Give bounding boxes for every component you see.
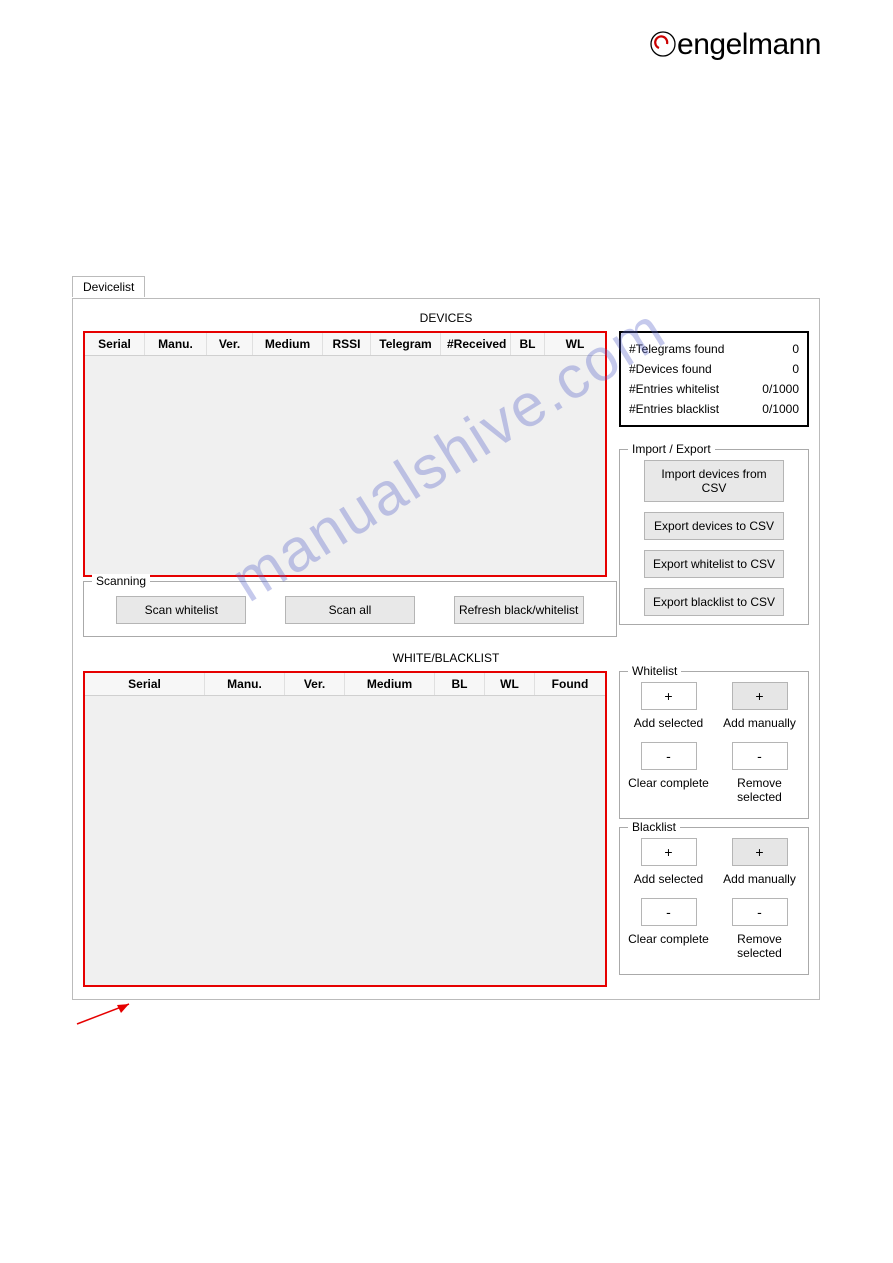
scan-all-button[interactable]: Scan all	[285, 596, 415, 624]
stat-devices-label: #Devices found	[629, 362, 712, 376]
col-serial[interactable]: Serial	[85, 333, 145, 355]
devices-heading: DEVICES	[83, 311, 809, 325]
import-export-legend: Import / Export	[628, 442, 715, 456]
wb-col-serial[interactable]: Serial	[85, 673, 205, 695]
stats-panel: #Telegrams found 0 #Devices found 0 #Ent…	[619, 331, 809, 427]
blacklist-group: Blacklist + + Add selected Add manually …	[619, 827, 809, 975]
stat-telegrams-label: #Telegrams found	[629, 342, 724, 356]
whiteblacklist-table[interactable]: Serial Manu. Ver. Medium BL WL Found	[83, 671, 607, 987]
wb-col-ver[interactable]: Ver.	[285, 673, 345, 695]
brand-logo: engelmann	[649, 28, 821, 62]
stat-devices-value: 0	[792, 362, 799, 376]
col-rssi[interactable]: RSSI	[323, 333, 371, 355]
devices-table[interactable]: Serial Manu. Ver. Medium RSSI Telegram #…	[83, 331, 607, 577]
wl-add-selected-label: Add selected	[634, 716, 703, 730]
refresh-lists-button[interactable]: Refresh black/whitelist	[454, 596, 584, 624]
export-whitelist-button[interactable]: Export whitelist to CSV	[644, 550, 784, 578]
col-ver[interactable]: Ver.	[207, 333, 253, 355]
bl-add-selected-label: Add selected	[634, 872, 703, 886]
import-export-group: Import / Export Import devices from CSV …	[619, 449, 809, 625]
col-received[interactable]: #Received	[441, 333, 511, 355]
wl-clear-label: Clear complete	[628, 776, 709, 804]
wl-add-selected-button[interactable]: +	[641, 682, 697, 710]
export-blacklist-button[interactable]: Export blacklist to CSV	[644, 588, 784, 616]
wb-heading: WHITE/BLACKLIST	[83, 651, 809, 665]
bl-remove-button[interactable]: -	[732, 898, 788, 926]
wb-col-medium[interactable]: Medium	[345, 673, 435, 695]
wl-clear-button[interactable]: -	[641, 742, 697, 770]
stat-telegrams-value: 0	[792, 342, 799, 356]
bl-add-manually-button[interactable]: +	[732, 838, 788, 866]
stat-bl-label: #Entries blacklist	[629, 402, 719, 416]
wl-remove-label: Remove selected	[719, 776, 800, 804]
bl-clear-button[interactable]: -	[641, 898, 697, 926]
wl-add-manually-label: Add manually	[723, 716, 796, 730]
col-wl[interactable]: WL	[545, 333, 605, 355]
app-window: Devicelist DEVICES Serial Manu. Ver. Med…	[72, 276, 820, 1000]
brand-text: engelmann	[677, 28, 821, 61]
stat-bl-value: 0/1000	[762, 402, 799, 416]
wb-col-bl[interactable]: BL	[435, 673, 485, 695]
scan-whitelist-button[interactable]: Scan whitelist	[116, 596, 246, 624]
blacklist-legend: Blacklist	[628, 820, 680, 834]
whitelist-group: Whitelist + + Add selected Add manually …	[619, 671, 809, 819]
whitelist-legend: Whitelist	[628, 664, 681, 678]
wb-col-manu[interactable]: Manu.	[205, 673, 285, 695]
col-medium[interactable]: Medium	[253, 333, 323, 355]
scanning-group: Scanning Scan whitelist Scan all Refresh…	[83, 581, 617, 637]
annotation-arrow-icon	[69, 999, 139, 1029]
stat-wl-label: #Entries whitelist	[629, 382, 719, 396]
col-manu[interactable]: Manu.	[145, 333, 207, 355]
wb-col-found[interactable]: Found	[535, 673, 605, 695]
bl-add-selected-button[interactable]: +	[641, 838, 697, 866]
stat-wl-value: 0/1000	[762, 382, 799, 396]
wb-col-wl[interactable]: WL	[485, 673, 535, 695]
col-telegram[interactable]: Telegram	[371, 333, 441, 355]
tab-panel: DEVICES Serial Manu. Ver. Medium RSSI Te…	[72, 298, 820, 1000]
import-devices-button[interactable]: Import devices from CSV	[644, 460, 784, 502]
tab-devicelist[interactable]: Devicelist	[72, 276, 145, 297]
col-bl[interactable]: BL	[511, 333, 545, 355]
scanning-legend: Scanning	[92, 574, 150, 588]
wl-add-manually-button[interactable]: +	[732, 682, 788, 710]
bl-clear-label: Clear complete	[628, 932, 709, 960]
devices-table-header: Serial Manu. Ver. Medium RSSI Telegram #…	[85, 333, 605, 356]
bl-add-manually-label: Add manually	[723, 872, 796, 886]
bl-remove-label: Remove selected	[719, 932, 800, 960]
wl-remove-button[interactable]: -	[732, 742, 788, 770]
export-devices-button[interactable]: Export devices to CSV	[644, 512, 784, 540]
wb-table-header: Serial Manu. Ver. Medium BL WL Found	[85, 673, 605, 696]
